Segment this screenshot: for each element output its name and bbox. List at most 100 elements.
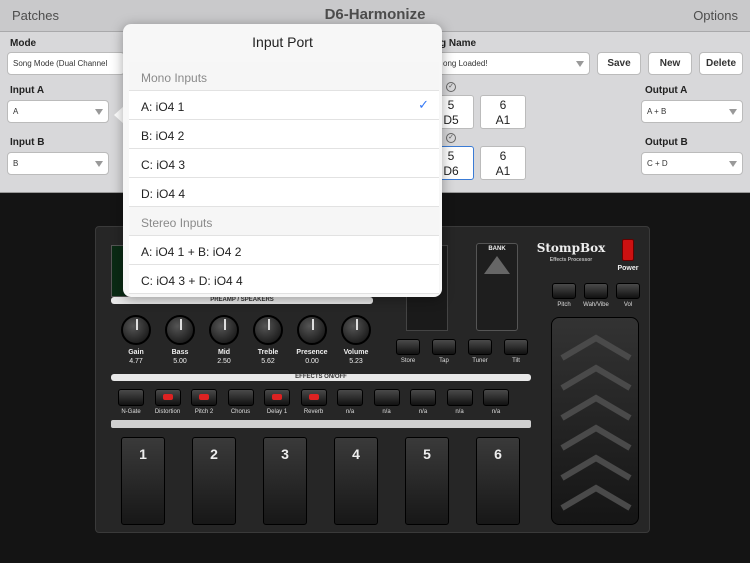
bank-label: BANK bbox=[488, 246, 506, 252]
tap-button[interactable] bbox=[432, 339, 456, 355]
effect-toggle[interactable] bbox=[483, 389, 509, 406]
expression-pedal-pattern bbox=[560, 334, 632, 511]
knob-name: Treble bbox=[257, 349, 279, 356]
chevron-down-icon bbox=[95, 161, 103, 167]
knob-label: Gain 4.77 bbox=[111, 348, 161, 366]
knob-presence[interactable] bbox=[297, 315, 327, 345]
footswitch-5[interactable]: 5 bbox=[405, 437, 449, 525]
footswitch-number: 4 bbox=[352, 446, 360, 462]
footswitch-2[interactable]: 2 bbox=[192, 437, 236, 525]
store-button[interactable] bbox=[396, 339, 420, 355]
footswitch-1[interactable]: 1 bbox=[121, 437, 165, 525]
effect-toggle[interactable] bbox=[337, 389, 363, 406]
tuner-button[interactable] bbox=[468, 339, 492, 355]
footswitch-number: 5 bbox=[423, 446, 431, 462]
expression-pedal[interactable] bbox=[551, 317, 639, 525]
effect-label: n/a bbox=[382, 409, 391, 415]
save-button[interactable]: Save bbox=[597, 52, 641, 75]
chevron-down-icon bbox=[729, 161, 737, 167]
effect-toggle[interactable] bbox=[264, 389, 290, 406]
popover-title: Input Port bbox=[252, 34, 313, 50]
effect-toggle[interactable] bbox=[227, 389, 254, 406]
knob-value: 5.62 bbox=[261, 358, 275, 365]
brand-logo: StompBox bbox=[536, 241, 606, 255]
option-label: A: iO4 1 + B: iO4 2 bbox=[141, 245, 242, 259]
effect-toggle[interactable] bbox=[300, 389, 327, 406]
effect-label: Pitch 2 bbox=[194, 409, 214, 415]
chevron-down-icon bbox=[95, 109, 103, 115]
input-b-value: B bbox=[13, 159, 19, 168]
input-port-option[interactable]: B: iO4 2 bbox=[129, 120, 439, 149]
option-label: C: iO4 3 bbox=[141, 158, 186, 172]
knob-value: 5.00 bbox=[173, 358, 187, 365]
option-label: Stereo Inputs bbox=[141, 216, 213, 230]
knob-treble[interactable] bbox=[253, 315, 283, 345]
input-port-option[interactable]: D: iO4 4 bbox=[129, 178, 439, 207]
mode-label: Mode bbox=[10, 38, 37, 49]
pedal-rail bbox=[111, 420, 531, 428]
effect-label: N-Gate bbox=[121, 409, 141, 415]
input-port-option[interactable]: A: iO4 1 ✓ bbox=[129, 91, 439, 120]
knob-label: Volume 5.23 bbox=[331, 348, 381, 366]
input-a-label: Input A bbox=[10, 85, 45, 96]
input-port-option[interactable]: A: iO4 1 + B: iO4 2 bbox=[129, 236, 439, 265]
knob-mid[interactable] bbox=[209, 315, 239, 345]
check-circle-icon: ✓ bbox=[446, 133, 456, 143]
pitch-button[interactable] bbox=[552, 283, 576, 299]
mode-select[interactable]: Song Mode (Dual Channel bbox=[7, 52, 125, 75]
output-a-select[interactable]: A + B bbox=[641, 100, 743, 123]
input-b-label: Input B bbox=[10, 137, 45, 148]
input-a-select[interactable]: A bbox=[7, 100, 109, 123]
knob-name: Mid bbox=[217, 349, 231, 356]
input-port-list: Mono Inputs A: iO4 1 ✓ B: iO4 2 C: iO4 3 D: i… bbox=[129, 62, 439, 294]
knob-volume[interactable] bbox=[341, 315, 371, 345]
delete-button[interactable]: Delete bbox=[699, 52, 743, 75]
effect-label: n/a bbox=[491, 409, 501, 415]
effect-toggle[interactable] bbox=[154, 389, 181, 406]
effect-toggle[interactable] bbox=[373, 389, 400, 406]
wah-vibe-button[interactable] bbox=[584, 283, 608, 299]
song-name-select[interactable]: ong Loaded! bbox=[437, 52, 590, 75]
knob-label: Bass 5.00 bbox=[155, 348, 205, 366]
checkmark-icon: ✓ bbox=[418, 97, 429, 112]
output-b-select[interactable]: C + D bbox=[641, 152, 743, 175]
new-button[interactable]: New bbox=[648, 52, 692, 75]
tilt-button[interactable] bbox=[504, 339, 528, 355]
input-b-select[interactable]: B bbox=[7, 152, 109, 175]
knob-name: Bass bbox=[171, 349, 189, 356]
effect-label: Chorus bbox=[230, 409, 251, 415]
effect-label: Delay 1 bbox=[266, 409, 288, 415]
check-circle-icon: ✓ bbox=[446, 82, 456, 92]
preamp-bar: PREAMP / SPEAKERS bbox=[111, 297, 373, 304]
knob-label: Presence 0.00 bbox=[287, 348, 337, 366]
footswitch-6[interactable]: 6 bbox=[476, 437, 520, 525]
song-name-value: ong Loaded! bbox=[443, 59, 488, 68]
effect-toggle[interactable] bbox=[446, 389, 473, 406]
arrow-up-icon bbox=[484, 256, 510, 274]
effect-toggle[interactable] bbox=[118, 389, 144, 406]
input-port-option[interactable]: C: iO4 3 bbox=[129, 149, 439, 178]
button-label: Tilt bbox=[512, 358, 520, 364]
vol-button[interactable] bbox=[616, 283, 640, 299]
input-port-option[interactable]: C: iO4 3 + D: iO4 4 bbox=[129, 265, 439, 294]
bank-switch[interactable]: BANK bbox=[476, 243, 518, 331]
knob-gain[interactable] bbox=[121, 315, 151, 345]
output-b-value: C + D bbox=[647, 159, 668, 168]
footswitch-4[interactable]: 4 bbox=[334, 437, 378, 525]
patch-box-a2[interactable]: 6 A1 bbox=[480, 95, 526, 129]
options-button[interactable]: Options bbox=[693, 8, 738, 23]
power-label: Power bbox=[617, 265, 639, 272]
chevron-down-icon bbox=[729, 109, 737, 115]
output-a-label: Output A bbox=[645, 85, 688, 96]
section-header: Mono Inputs bbox=[129, 62, 439, 91]
button-label: Vol bbox=[623, 302, 633, 308]
effect-toggle[interactable] bbox=[191, 389, 217, 406]
power-switch[interactable] bbox=[622, 239, 634, 261]
brand-subtitle: Effects Processor bbox=[549, 257, 593, 263]
patch-box-b2[interactable]: 6 A1 bbox=[480, 146, 526, 180]
footswitch-3[interactable]: 3 bbox=[263, 437, 307, 525]
button-label: Store bbox=[400, 358, 416, 364]
footswitch-number: 6 bbox=[494, 446, 502, 462]
knob-bass[interactable] bbox=[165, 315, 195, 345]
effect-toggle[interactable] bbox=[410, 389, 436, 406]
